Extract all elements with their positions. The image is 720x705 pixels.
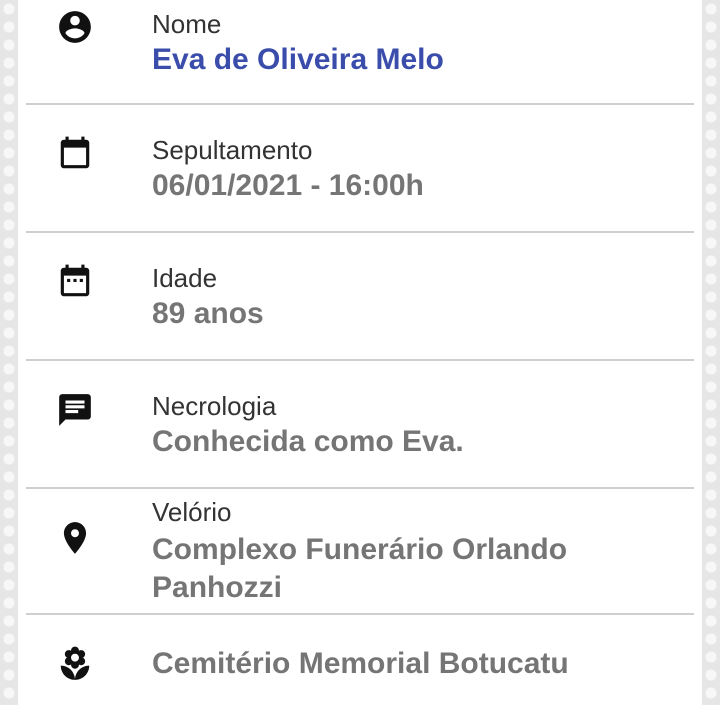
nome-label: Nome <box>152 9 222 39</box>
nome-value: Eva de Oliveira Melo <box>152 43 444 76</box>
sepultamento-label: Sepultamento <box>152 135 313 165</box>
calendar-icon <box>56 135 94 173</box>
flower-icon <box>56 645 94 683</box>
cemiterio-value: Cemitério Memorial Botucatu <box>152 647 569 680</box>
velorio-value: Complexo Funerário Orlando Panhozzi <box>152 533 568 604</box>
account-circle-icon <box>56 8 94 46</box>
idade-label: Idade <box>152 263 218 293</box>
row-necrologia: Necrologia Conhecida como Eva. <box>18 361 702 487</box>
row-nome: Nome Eva de Oliveira Melo <box>18 0 702 104</box>
row-velorio: Velório Complexo Funerário Orlando Panho… <box>18 489 702 613</box>
necrologia-label: Necrologia <box>152 391 277 421</box>
idade-value: 89 anos <box>152 297 264 330</box>
message-icon <box>56 391 94 429</box>
row-cemiterio: Cemitério Memorial Botucatu <box>18 615 702 705</box>
sepultamento-value: 06/01/2021 - 16:00h <box>152 169 424 202</box>
row-sepultamento: Sepultamento 06/01/2021 - 16:00h <box>18 105 702 231</box>
velorio-label: Velório <box>152 497 232 527</box>
map-pin-icon <box>56 519 94 557</box>
calendar-dots-icon <box>56 263 94 301</box>
obituary-card: Nome Eva de Oliveira Melo Sepultamento 0… <box>18 0 702 705</box>
necrologia-value: Conhecida como Eva. <box>152 425 464 458</box>
row-idade: Idade 89 anos <box>18 233 702 359</box>
